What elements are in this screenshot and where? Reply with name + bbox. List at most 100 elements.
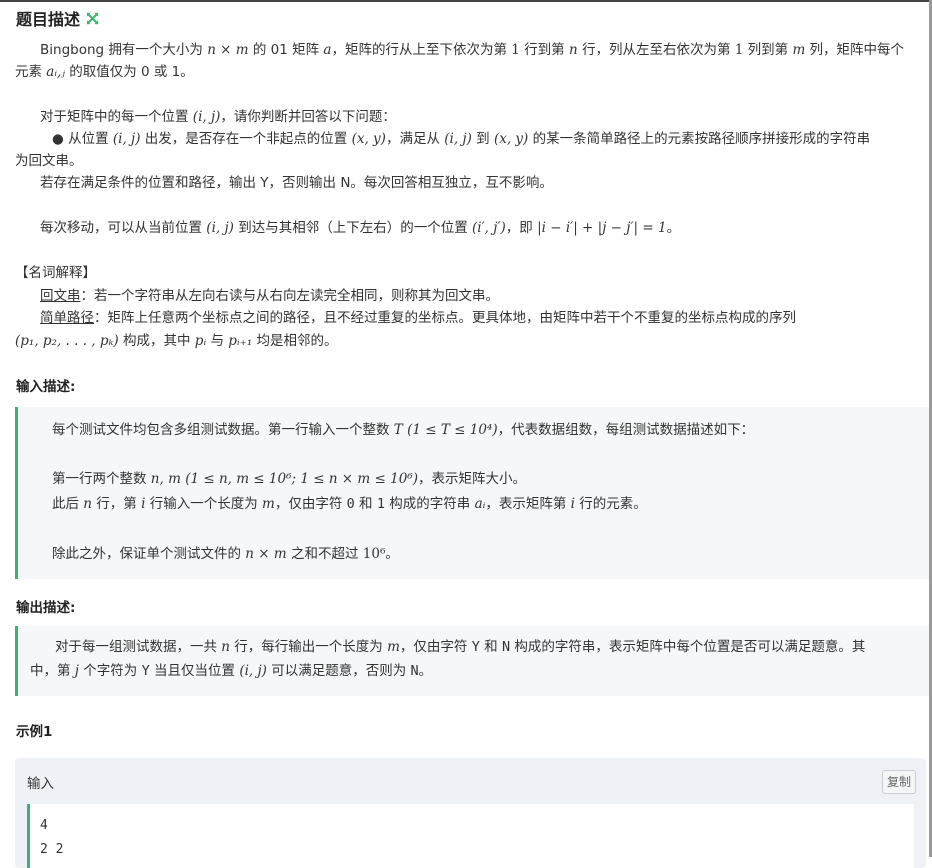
math: pᵢ	[194, 333, 207, 349]
output-block: 对于每一组测试数据，一共 n 行，每行输出一个长度为 m，仅由字符 Y 和 N …	[15, 626, 929, 696]
text: 和	[479, 639, 502, 655]
text: 除此之外，保证单个测试文件的	[52, 546, 246, 562]
example-input-panel: 输入 复制 4 2 2	[15, 758, 926, 868]
text: 对于每一组测试数据，一共	[55, 639, 222, 655]
text: ，仅由字符	[274, 496, 347, 512]
example-input-box[interactable]: 4 2 2	[27, 804, 914, 868]
text: 到	[471, 131, 494, 147]
text: ：若一个字符串从左向右读与从右向左读完全相同，则称其为回文串。	[80, 288, 500, 304]
text: 行，第	[92, 496, 142, 512]
math: n	[83, 496, 92, 512]
code: 0	[346, 496, 355, 512]
input-line-3: 此后 n 行，第 i 行输入一个长度为 m，仅由字符 0 和 1 构成的字符串 …	[52, 493, 919, 515]
text: 行的元素。	[574, 496, 647, 512]
text: 中，第	[30, 663, 75, 679]
math: aᵢ,ⱼ	[46, 64, 65, 80]
math: (1 ≤ T ≤ 10⁴)	[407, 422, 498, 438]
desc-line-4: ● 从位置 (i, j) 出发，是否存在一个非起点的位置 (x, y)，满足从 …	[15, 128, 922, 150]
text: 行到第	[519, 42, 569, 58]
desc-line-5: 为回文串。	[15, 153, 83, 169]
text: Bingbong 拥有一个大小为	[40, 42, 208, 58]
text: 对于矩阵中的每一个位置	[40, 109, 193, 125]
math: aᵢ	[474, 496, 486, 512]
expand-icon[interactable]	[86, 12, 99, 25]
math: (i, j)	[192, 109, 221, 125]
text: 列，矩阵中每个	[805, 42, 905, 58]
text: 与	[206, 333, 229, 349]
math: |i − i′| + |j − j′| = 1	[537, 220, 667, 236]
text: 构成的字符串，表示矩阵中每个位置是否可以满足题意。其	[510, 639, 866, 655]
text: 可以满足题意，否则为	[266, 663, 411, 679]
text: 个字符为	[78, 663, 142, 679]
output-line-2: 中，第 j 个字符为 Y 当且仅当位置 (i, j) 可以满足题意，否则为 N。	[30, 660, 919, 682]
text: 的 01 矩阵	[248, 42, 324, 58]
text: ，请你判断并回答以下问题：	[220, 109, 396, 125]
text: 列到第	[743, 42, 793, 58]
math: n	[568, 42, 578, 58]
glossary-line-3: (p₁, p₂, . . . , pₖ) 构成，其中 pᵢ 与 pᵢ₊₁ 均是相…	[15, 330, 922, 352]
math: (i, j)	[239, 663, 267, 679]
text: 每次移动，可以从当前位置	[40, 220, 207, 236]
glossary-heading: 【名词解释】	[15, 265, 96, 281]
code: N	[410, 663, 419, 679]
text: 的取值仅为 0 或 1。	[64, 64, 194, 80]
math: pᵢ₊₁	[228, 333, 253, 349]
code: Y	[471, 639, 480, 655]
example-input-label: 输入	[27, 776, 54, 792]
text: 均是相邻的。	[252, 333, 338, 349]
desc-line-6: 若存在满足条件的位置和路径，输出 Y，否则输出 N。每次回答相互独立，互不影响。	[40, 175, 553, 191]
desc-line-2: 元素 aᵢ,ⱼ 的取值仅为 0 或 1。	[15, 61, 922, 83]
term: 回文串	[40, 288, 81, 304]
text: 。	[666, 220, 681, 236]
math: m	[262, 496, 275, 512]
text: 构成，其中	[118, 333, 195, 349]
text: 行，列从左至右依次为第	[577, 42, 735, 58]
code: Y	[141, 663, 150, 679]
text: ，表示矩阵大小。	[417, 471, 526, 487]
input-line-2: 第一行两个整数 n, m (1 ≤ n, m ≤ 10⁶; 1 ≤ n × m …	[52, 468, 919, 490]
text: 行输入一个长度为	[145, 496, 263, 512]
math: n, m	[150, 471, 181, 487]
math: n × m	[245, 546, 287, 562]
math: m	[792, 42, 806, 58]
desc-line-3: 对于矩阵中的每一个位置 (i, j)，请你判断并回答以下问题：	[15, 106, 922, 128]
math: 10⁶	[362, 546, 386, 562]
math: 1	[511, 42, 520, 58]
math: (x, y)	[493, 131, 529, 147]
text: 之和不超过	[286, 546, 363, 562]
code: 1	[376, 496, 385, 512]
glossary-simple-path: 简单路径：矩阵上任意两个坐标点之间的路径，且不经过重复的坐标点。更具体地，由矩阵…	[15, 307, 922, 329]
top-border	[0, 0, 932, 2]
term: 简单路径	[40, 310, 94, 326]
example-heading: 示例1	[16, 724, 53, 740]
math: m	[387, 639, 400, 655]
text: 构成的字符串	[385, 496, 475, 512]
input-line-1: 每个测试文件均包含多组测试数据。第一行输入一个整数 T (1 ≤ T ≤ 10⁴…	[52, 419, 919, 441]
text: ，表示矩阵第	[485, 496, 571, 512]
text: ● 从位置	[52, 131, 113, 147]
math: n	[221, 639, 230, 655]
output-heading: 输出描述:	[16, 600, 76, 616]
text: ，满足从	[385, 131, 445, 147]
math: T	[393, 422, 403, 438]
text: 行，每行输出一个长度为	[230, 639, 388, 655]
example-line: 4	[40, 818, 48, 833]
text: 的某一条简单路径上的元素按路径顺序拼接形成的字符串	[528, 131, 871, 147]
math: n × m	[207, 42, 249, 58]
input-heading: 输入描述:	[16, 379, 76, 395]
text: 第一行两个整数	[52, 471, 151, 487]
text: ，仅由字符	[399, 639, 472, 655]
copy-button[interactable]: 复制	[882, 770, 916, 794]
math: (x, y)	[351, 131, 386, 147]
desc-line-1: Bingbong 拥有一个大小为 n × m 的 01 矩阵 a，矩阵的行从上至…	[15, 39, 922, 61]
text: 和	[354, 496, 377, 512]
text: 出发，是否存在一个非起点的位置	[140, 131, 352, 147]
text: ，代表数据组数，每组测试数据描述如下：	[497, 422, 755, 438]
text: ：矩阵上任意两个坐标点之间的路径，且不经过重复的坐标点。更具体地，由矩阵中若干个…	[94, 310, 796, 326]
input-line-4: 除此之外，保证单个测试文件的 n × m 之和不超过 10⁶。	[52, 543, 919, 565]
output-line-1: 对于每一组测试数据，一共 n 行，每行输出一个长度为 m，仅由字符 Y 和 N …	[30, 636, 919, 658]
text: 此后	[52, 496, 84, 512]
math: (i, j)	[444, 131, 472, 147]
text: 每个测试文件均包含多组测试数据。第一行输入一个整数	[52, 422, 394, 438]
problem-title-text: 题目描述	[16, 10, 81, 29]
